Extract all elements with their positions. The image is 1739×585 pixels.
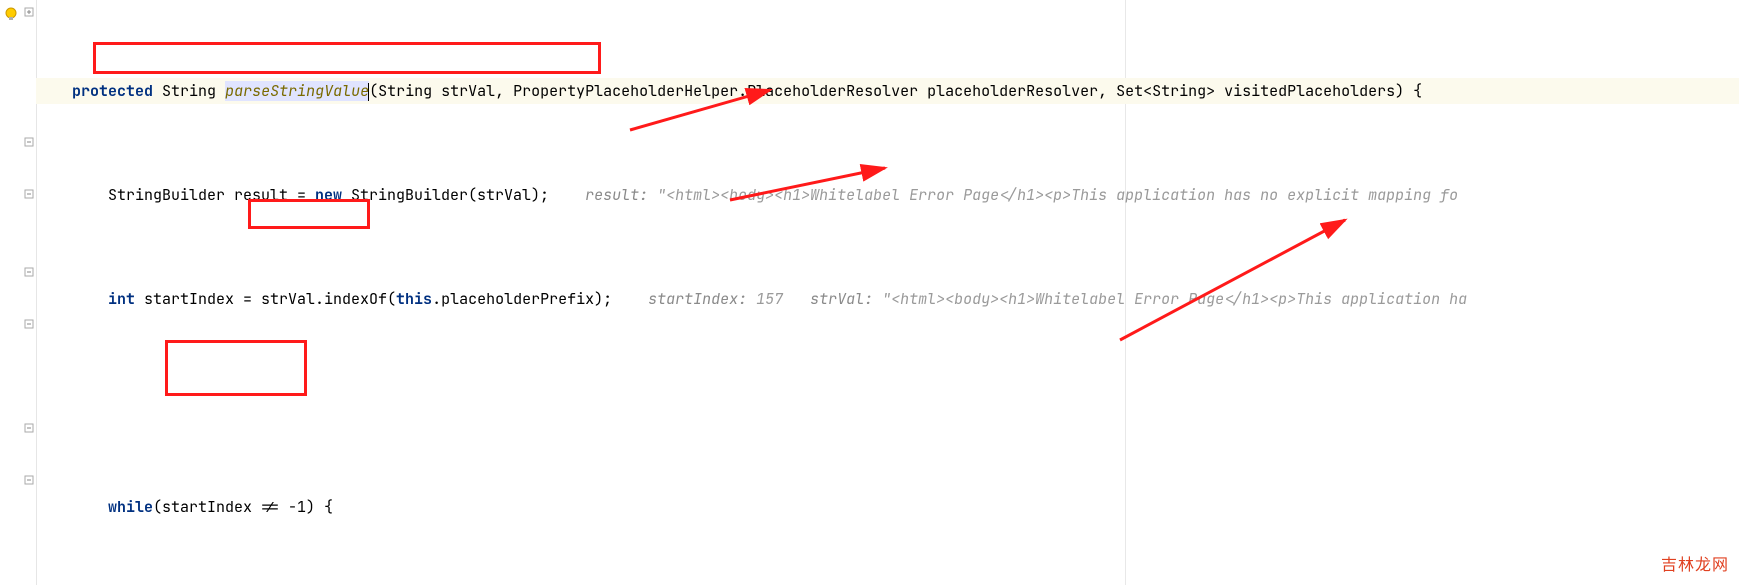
code-area[interactable]: protected String parseStringValue(String…	[36, 0, 1739, 585]
gutter	[0, 0, 24, 585]
inline-hint: startIndex:	[648, 289, 747, 309]
fold-toggle-icon[interactable]	[24, 319, 36, 331]
code-line[interactable]	[36, 390, 1739, 416]
fold-toggle-icon[interactable]	[24, 267, 36, 279]
code-editor[interactable]: protected String parseStringValue(String…	[0, 0, 1739, 585]
inline-hint: result:	[585, 185, 648, 205]
fold-toggle-icon[interactable]	[24, 189, 36, 201]
inline-hint: strVal:	[810, 289, 873, 309]
watermark-text: 吉林龙网	[1661, 553, 1729, 579]
fold-toggle-icon[interactable]	[24, 137, 36, 149]
code-line[interactable]: StringBuilder result = new StringBuilder…	[36, 182, 1739, 208]
method-name: parseStringValue	[225, 81, 369, 101]
code-line[interactable]: while(startIndex != -1) {	[36, 494, 1739, 520]
intention-bulb-icon[interactable]	[3, 6, 19, 22]
code-line[interactable]: protected String parseStringValue(String…	[36, 78, 1739, 104]
keyword: protected	[72, 81, 153, 101]
code-line[interactable]: int startIndex = strVal.indexOf(this.pla…	[36, 286, 1739, 312]
fold-toggle-icon[interactable]	[24, 423, 36, 435]
fold-toggle-icon[interactable]	[24, 475, 36, 487]
fold-toggle-icon[interactable]	[24, 7, 36, 19]
